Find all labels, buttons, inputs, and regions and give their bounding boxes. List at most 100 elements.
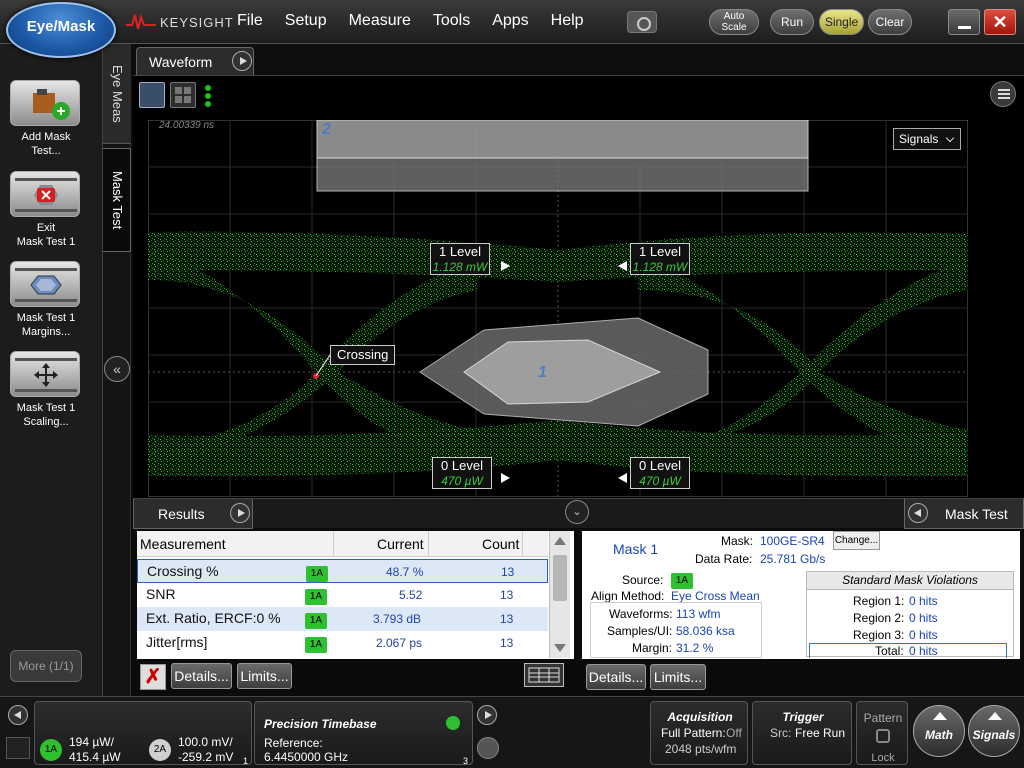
mask-name: Mask 1 [613,541,659,557]
data-rate-value: 25.781 Gb/s [760,552,826,566]
results-table: Measurement Current Count Crossing % 1A … [137,531,574,659]
crossing-label[interactable]: Crossing [330,345,396,365]
scroll-down-icon[interactable] [554,644,566,652]
more-button[interactable]: More (1/1) [10,650,82,682]
math-button[interactable]: Math [913,705,965,757]
scroll-up-icon[interactable] [554,537,566,545]
lock-icon [876,729,890,743]
mask-region-2-label: 2 [322,121,331,138]
menu-file[interactable]: File [237,12,263,30]
timebase-title: Precision Timebase [264,717,377,731]
waveform-expand-icon[interactable] [232,51,252,71]
region-2-label: Region 2: [853,611,905,625]
table-row[interactable]: Crossing % 1A 48.7 % 13 [137,559,548,583]
mask-margins-label: Mask Test 1 Margins... [16,312,76,338]
margin-value: 31.2 % [676,641,714,655]
pattern-lock-box[interactable]: Pattern Lock [856,701,908,765]
tab-waveform[interactable]: Waveform [136,47,254,75]
current-value: 48.7 % [386,565,424,579]
collapse-panel-icon[interactable]: « [104,356,130,382]
waveform-menu-icon[interactable] [990,81,1016,107]
top-bar: Eye/Mask KEYSIGHT File Setup Measure Too… [0,0,1024,58]
delete-measurement-button[interactable]: ✗ [140,664,166,690]
one-level-marker-right[interactable]: 1 Level 1.128 mW [630,243,690,275]
results-expand-icon[interactable] [230,503,250,523]
acquisition-box[interactable]: Acquisition Full Pattern: Off 2048 pts/w… [650,701,748,765]
mask-violations-table: Standard Mask Violations Region 1: 0 hit… [806,571,1014,658]
status-scroll-left-icon[interactable] [8,705,28,725]
table-row[interactable]: SNR 1A 5.52 13 [137,583,548,607]
timebase-slot-number: 3 [463,756,469,766]
add-mask-test-button[interactable]: Add Mask Test... [10,80,82,158]
table-view-icon[interactable] [524,663,564,687]
brand-name: KEYSIGHT [160,14,234,30]
marker-arrow-left-icon [618,473,627,483]
samples-label: Samples/UI: [607,624,673,638]
channel-list-icon[interactable] [6,737,30,759]
channel-1a-box[interactable]: 1A 194 µW/ 415.4 µW 2A 100.0 mV/ -259.2 … [34,701,252,766]
tab-eye-meas[interactable]: Eye Meas [103,44,131,144]
ch2a-offset: -259.2 mV [178,750,234,764]
change-mask-button[interactable]: Change... [833,531,880,550]
signals-dropdown[interactable]: Signals [893,128,961,150]
table-row[interactable]: Ext. Ratio, ERCF:0 % 1A 3.793 dB 13 [137,607,548,631]
tab-results[interactable]: Results [133,499,253,529]
close-button[interactable]: ✕ [984,9,1016,35]
mask-limits-button[interactable]: Limits... [650,664,706,690]
split-grid-layout-icon[interactable] [170,82,196,108]
source-label: Source: [622,573,664,587]
menu-help[interactable]: Help [551,12,584,30]
trigger-title: Trigger [782,710,824,724]
run-button[interactable]: Run [770,9,814,35]
mask-margins-button[interactable]: Mask Test 1 Margins... [10,261,82,339]
timebase-ref-label: Reference: [264,736,323,750]
results-scrollbar[interactable] [549,531,570,658]
precision-timebase-box[interactable]: Precision Timebase Reference: 6.4450000 … [254,701,473,766]
minimize-button[interactable] [948,9,980,35]
waveform-tab-label: Waveform [149,54,213,70]
results-details-button[interactable]: Details... [171,663,232,689]
single-grid-layout-icon[interactable] [139,82,165,108]
mask-details-button[interactable]: Details... [586,664,646,690]
mask-scaling-button[interactable]: Mask Test 1 Scaling... [10,351,82,429]
screenshot-camera-icon[interactable] [627,11,657,33]
total-label: Total: [875,644,904,658]
single-button[interactable]: Single [819,9,864,35]
zero-level-marker-right[interactable]: 0 Level 470 µW [630,457,690,489]
add-mask-icon [10,80,80,126]
expand-chevron-icon[interactable]: ⌄ [565,500,589,524]
menu-measure[interactable]: Measure [349,12,411,30]
eye-diagram-graticule[interactable] [148,120,968,497]
zero-level-marker-left[interactable]: 0 Level 470 µW [432,457,492,489]
eye-mask-mode-button[interactable]: Eye/Mask [6,2,116,58]
table-row[interactable]: Jitter[rms] 1A 2.067 ps 13 [137,631,548,655]
exit-mask-test-button[interactable]: Exit Mask Test 1 [10,171,82,249]
tab-mask-test[interactable]: Mask Test [103,148,131,252]
status-bar: 1A 194 µW/ 415.4 µW 2A 100.0 mV/ -259.2 … [0,696,1024,768]
menu-setup[interactable]: Setup [285,12,327,30]
region-2-value: 0 hits [909,611,938,625]
marker-value: 470 µW [441,474,483,488]
mask-scaling-icon [10,351,80,397]
marker-value: 470 µW [639,474,681,488]
mask-test-tab-label: Mask Test [945,506,1008,522]
settings-gear-icon[interactable] [477,737,499,759]
menu-tools[interactable]: Tools [433,12,470,30]
results-tab-label: Results [158,506,205,522]
clear-button[interactable]: Clear [868,9,912,35]
results-limits-button[interactable]: Limits... [237,663,292,689]
trigger-box[interactable]: Trigger Src: Free Run [752,701,852,765]
one-level-marker-left[interactable]: 1 Level 1.128 mW [430,243,490,275]
tab-mask-test-results[interactable]: Mask Test [904,499,1024,529]
menu-apps[interactable]: Apps [492,12,528,30]
exit-mask-test-label: Exit Mask Test 1 [16,222,76,248]
status-dots-icon [205,85,211,109]
scroll-thumb[interactable] [553,555,567,601]
auto-scale-button[interactable]: Auto Scale [709,9,759,35]
full-pattern-label: Full Pattern: [661,726,726,740]
status-scroll-right-icon[interactable] [477,705,497,725]
mask-test-expand-icon[interactable] [908,503,928,523]
region-1-label: Region 1: [853,594,905,608]
current-value: 5.52 [399,588,423,602]
signals-button[interactable]: Signals [968,705,1020,757]
